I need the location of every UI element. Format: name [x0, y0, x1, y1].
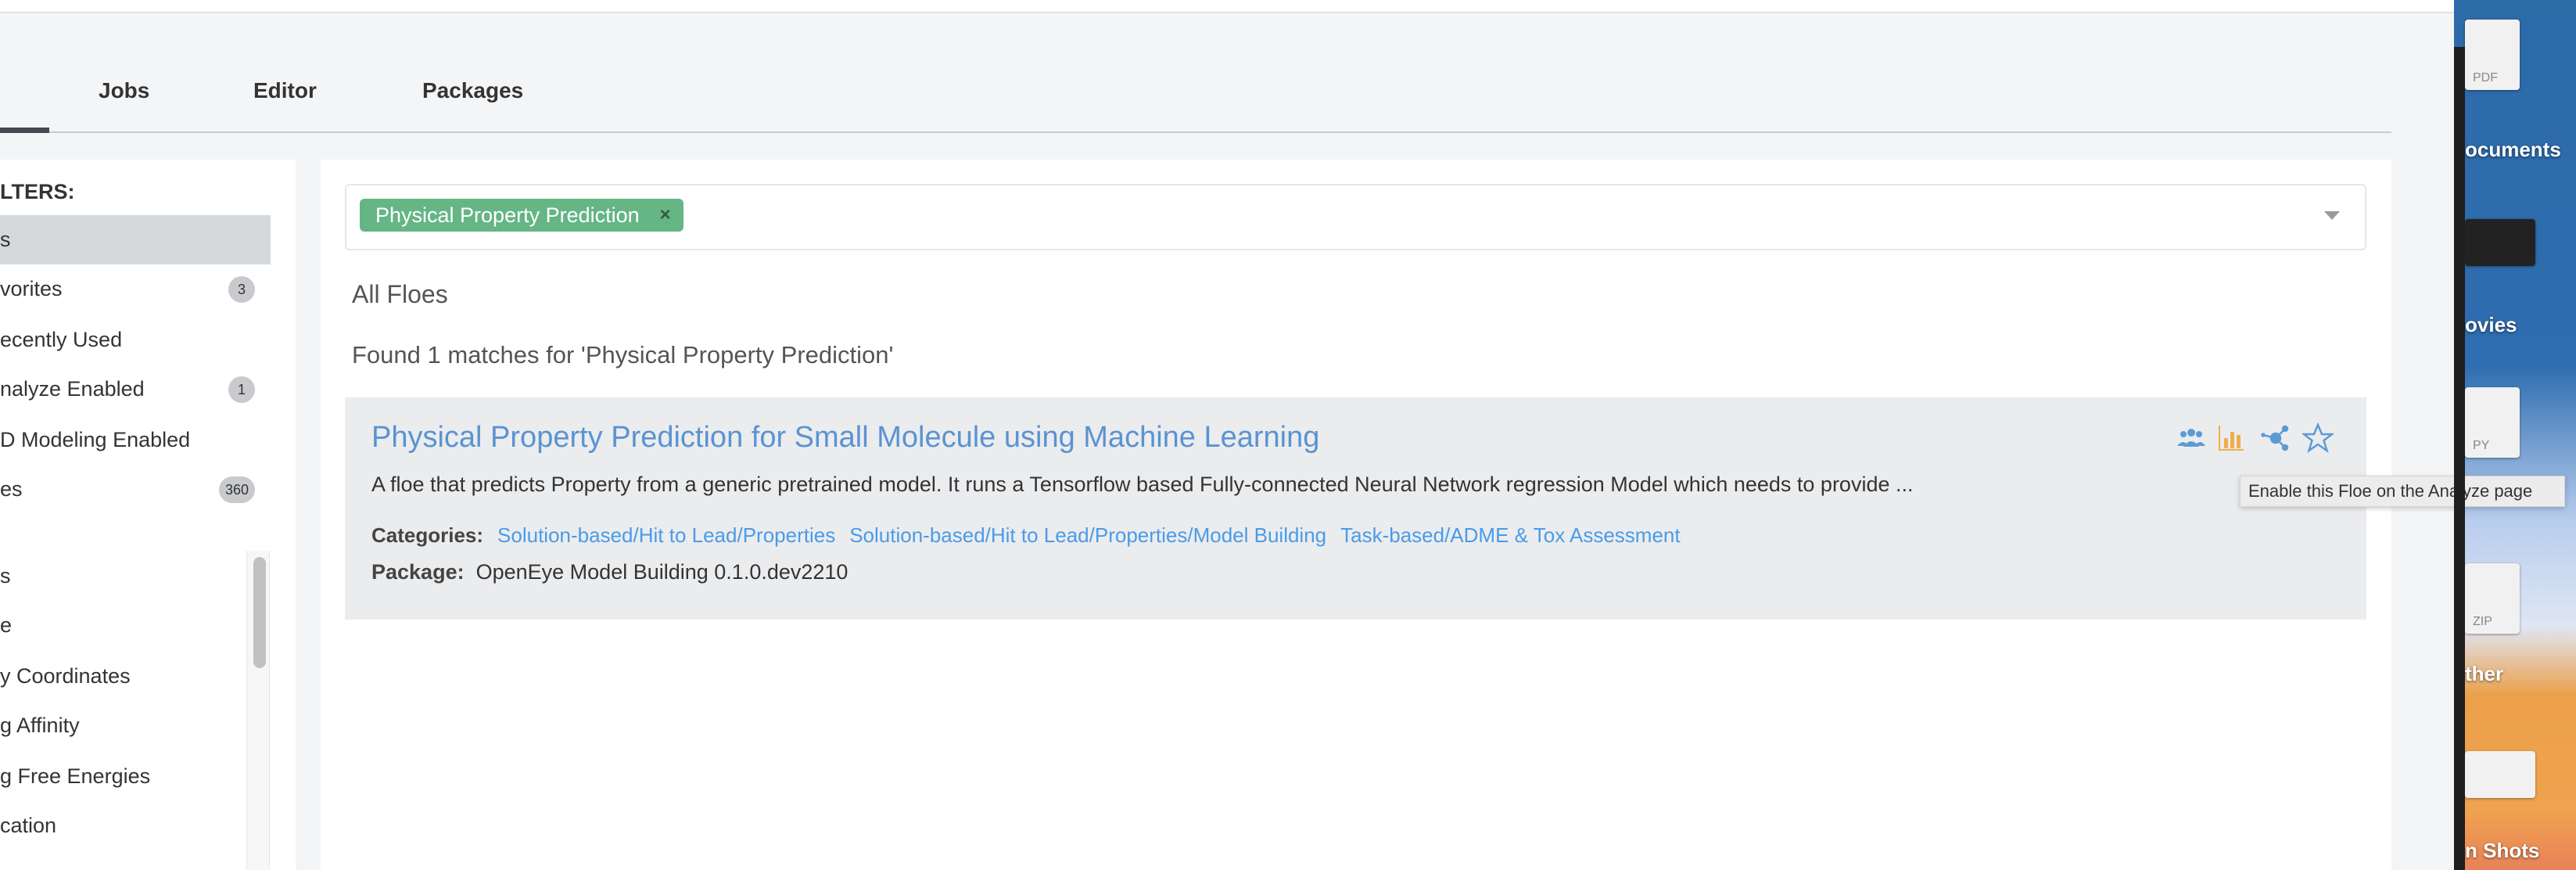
- count-badge: 3: [228, 276, 255, 303]
- floe-title-link[interactable]: Physical Property Prediction for Small M…: [371, 421, 1319, 455]
- share-icon[interactable]: [2260, 422, 2291, 454]
- filter-item-favorites[interactable]: vorites 3: [0, 264, 271, 314]
- filter-item-modeling-enabled[interactable]: D Modeling Enabled: [0, 415, 271, 465]
- desktop-folder-label[interactable]: n Shots: [2465, 839, 2539, 863]
- category-item[interactable]: y Coordinates: [0, 652, 242, 701]
- tooltip: Enable this Floe on the Analyze page: [2240, 476, 2565, 507]
- chip-label: Physical Property Prediction: [375, 203, 640, 227]
- chip-remove-icon[interactable]: ×: [660, 199, 671, 232]
- tab-editor[interactable]: Editor: [253, 78, 317, 103]
- filter-label: vorites: [0, 277, 63, 300]
- package-label: Package:: [371, 560, 465, 584]
- filter-label: nalyze Enabled: [0, 377, 145, 401]
- category-link[interactable]: Solution-based/Hit to Lead/Properties: [497, 523, 835, 548]
- screenshot-file-icon[interactable]: [2465, 751, 2535, 798]
- filter-label: ecently Used: [0, 328, 123, 351]
- category-item[interactable]: cation: [0, 801, 242, 850]
- chevron-down-icon[interactable]: [2324, 211, 2340, 220]
- tab-divider: [0, 131, 2391, 133]
- page-margin: [2391, 13, 2454, 870]
- desktop-folder-label[interactable]: ocuments: [2465, 138, 2561, 162]
- filter-item-all[interactable]: es 360: [0, 465, 271, 514]
- zip-file-icon[interactable]: ZIP: [2465, 563, 2520, 634]
- section-heading: All Floes: [352, 280, 448, 308]
- pdf-file-icon[interactable]: PDF: [2465, 20, 2520, 90]
- star-icon[interactable]: [2302, 422, 2334, 454]
- window-edge: [2454, 47, 2465, 870]
- tab-jobs[interactable]: Jobs: [99, 78, 149, 103]
- category-item[interactable]: g Affinity: [0, 701, 242, 750]
- scrollbar-thumb[interactable]: [253, 557, 266, 668]
- python-file-icon[interactable]: PY: [2465, 387, 2520, 458]
- category-item[interactable]: e: [0, 601, 242, 650]
- search-filter-chip: Physical Property Prediction ×: [360, 199, 683, 232]
- filter-item-analyze-enabled[interactable]: nalyze Enabled 1: [0, 365, 271, 414]
- desktop-background: PDF ocuments ovies PY ZIP ther n Shots: [2454, 0, 2576, 870]
- top-bar: [0, 0, 2454, 13]
- category-item[interactable]: s: [0, 552, 242, 601]
- filter-item[interactable]: s: [0, 215, 271, 264]
- filter-label: es: [0, 477, 23, 501]
- active-tab-indicator: [0, 128, 49, 133]
- filter-label: D Modeling Enabled: [0, 428, 191, 451]
- category-item[interactable]: g Free Energies: [0, 752, 242, 801]
- categories-label: Categories:: [371, 523, 484, 547]
- package-value: OpenEye Model Building 0.1.0.dev2210: [475, 560, 849, 584]
- category-link[interactable]: Task-based/ADME & Tox Assessment: [1340, 523, 1680, 548]
- count-badge: 1: [228, 376, 255, 403]
- floe-categories: Categories: Solution-based/Hit to Lead/P…: [371, 523, 1681, 548]
- floe-package: Package: OpenEye Model Building 0.1.0.de…: [371, 560, 848, 584]
- floe-description: A floe that predicts Property from a gen…: [371, 473, 1914, 496]
- users-icon[interactable]: [2176, 422, 2207, 454]
- movie-file-icon[interactable]: [2465, 219, 2535, 266]
- desktop-folder-label[interactable]: ther: [2465, 662, 2503, 686]
- filter-item-recently-used[interactable]: ecently Used: [0, 315, 271, 365]
- tab-packages[interactable]: Packages: [422, 78, 523, 103]
- bar-chart-icon[interactable]: [2216, 422, 2248, 454]
- filter-label: s: [0, 228, 11, 251]
- desktop-folder-label[interactable]: ovies: [2465, 313, 2517, 337]
- filters-heading: LTERS:: [0, 180, 75, 203]
- category-link[interactable]: Solution-based/Hit to Lead/Properties/Mo…: [849, 523, 1326, 548]
- results-count: Found 1 matches for 'Physical Property P…: [352, 341, 894, 368]
- count-badge: 360: [218, 476, 255, 503]
